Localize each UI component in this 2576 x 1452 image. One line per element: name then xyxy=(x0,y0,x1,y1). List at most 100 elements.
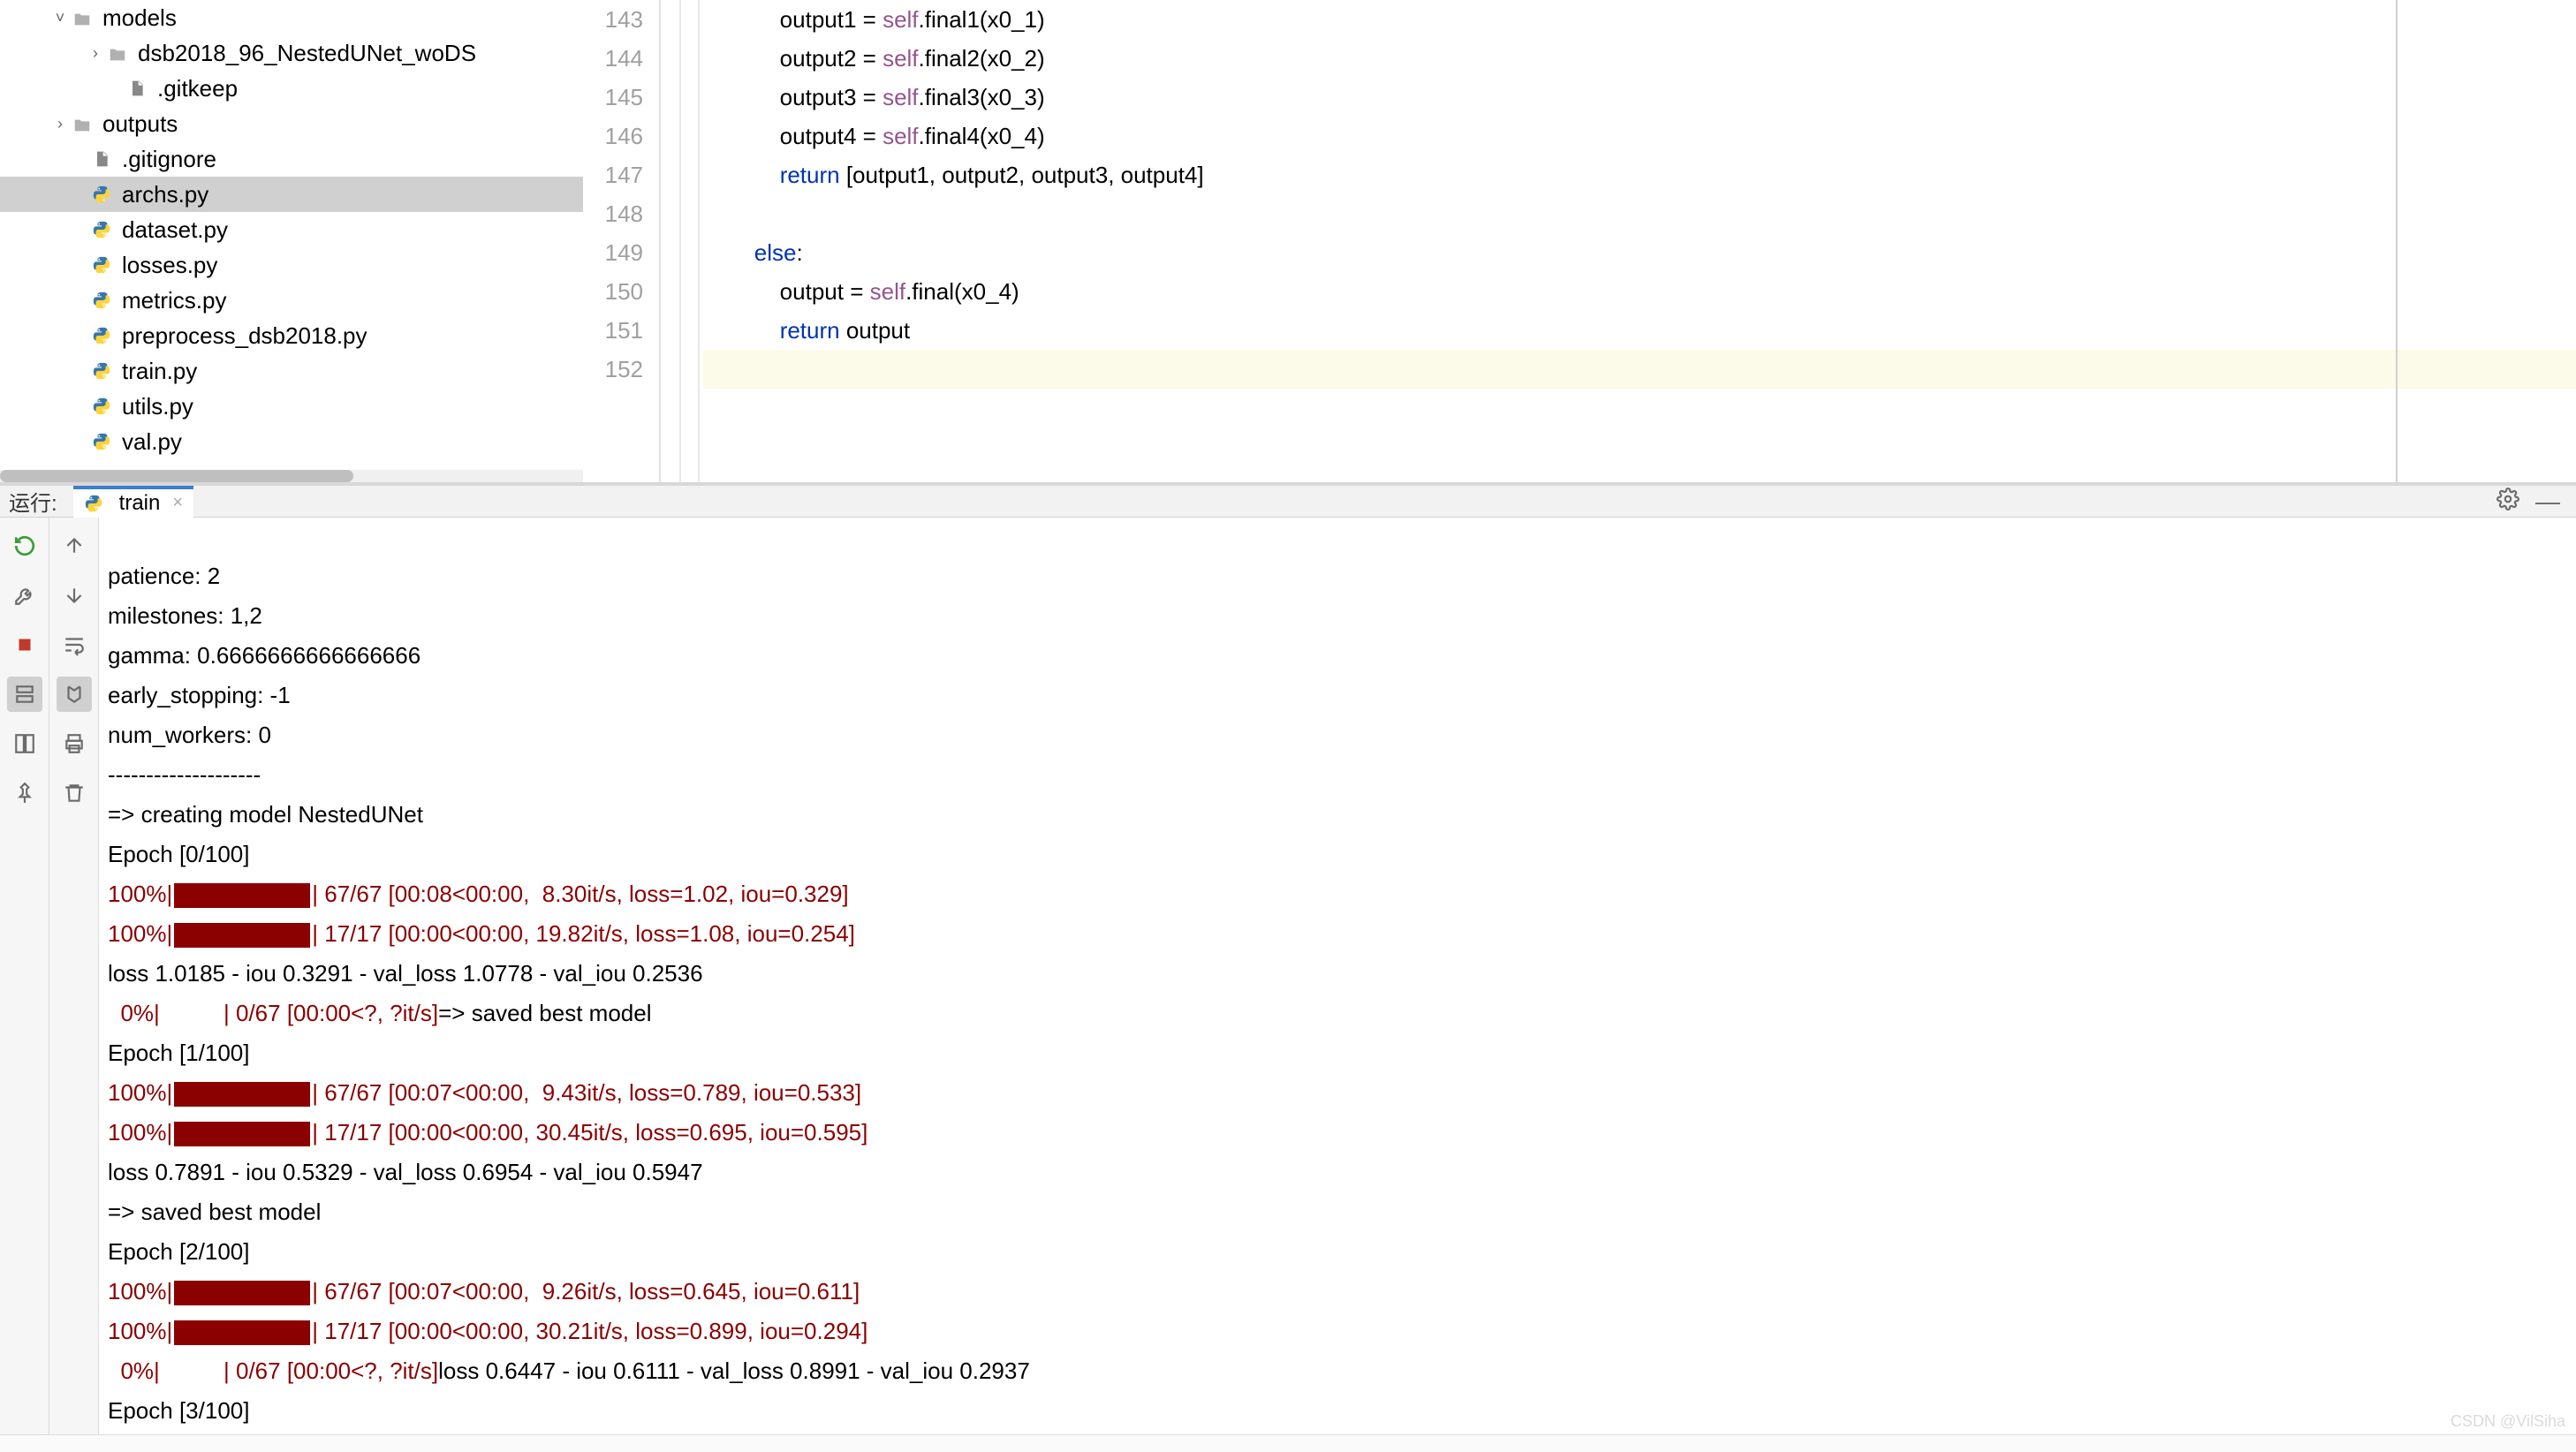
tree-item-label: .gitignore xyxy=(122,146,216,173)
tree-item-label: dsb2018_96_NestedUNet_woDS xyxy=(138,40,476,67)
tree-item-label: .gitkeep xyxy=(157,75,238,102)
print-button[interactable] xyxy=(57,726,92,761)
progress-bar-icon xyxy=(174,1320,310,1345)
console-line: gamma: 0.6666666666666666 xyxy=(108,642,420,669)
console-line: 0%| | 0/67 [00:00<?, ?it/s]loss 0.6447 -… xyxy=(108,1357,1030,1384)
tree-file[interactable]: preprocess_dsb2018.py xyxy=(0,318,583,353)
run-tab-label: train xyxy=(119,491,161,516)
folder-icon xyxy=(106,43,129,63)
console-line: => saved best model xyxy=(108,1199,321,1225)
console-line: milestones: 1,2 xyxy=(108,602,262,629)
progress-line: 100%|| 17/17 [00:00<00:00, 19.82it/s, lo… xyxy=(108,920,855,947)
status-bar xyxy=(0,1434,2576,1452)
tree-item-label: preprocess_dsb2018.py xyxy=(122,322,367,350)
minimize-icon[interactable]: — xyxy=(2535,488,2560,516)
python-icon xyxy=(90,395,113,418)
tree-item-label: train.py xyxy=(122,358,197,385)
console-line: 0%| | 0/67 [00:00<?, ?it/s]=> saved best… xyxy=(108,1000,652,1026)
tree-item-label: models xyxy=(102,4,177,32)
progress-bar-icon xyxy=(174,923,310,948)
console-line: -------------------- xyxy=(108,761,261,788)
tree-file[interactable]: metrics.py xyxy=(0,283,583,318)
tree-item-label: dataset.py xyxy=(122,216,228,244)
python-icon xyxy=(90,430,113,453)
tree-file[interactable]: dataset.py xyxy=(0,212,583,247)
console-line: Epoch [1/100] xyxy=(108,1040,249,1066)
file-icon xyxy=(90,147,113,170)
layout-button[interactable] xyxy=(7,726,42,761)
python-icon xyxy=(90,359,113,382)
python-icon xyxy=(90,324,113,347)
console-line: patience: 2 xyxy=(108,563,220,589)
progress-line: 100%|| 17/17 [00:00<00:00, 30.45it/s, lo… xyxy=(108,1119,868,1146)
tree-folder[interactable]: › dsb2018_96_NestedUNet_woDS xyxy=(0,35,583,71)
tree-folder[interactable]: ˅ models xyxy=(0,0,583,35)
tree-file[interactable]: .gitkeep xyxy=(0,71,583,106)
tree-file[interactable]: losses.py xyxy=(0,247,583,283)
console-line: Epoch [2/100] xyxy=(108,1238,249,1265)
code-editor[interactable]: 143144145146147148149150151152 output1 =… xyxy=(583,0,2576,482)
scroll-to-end-button-2[interactable] xyxy=(57,677,92,712)
progress-line: 100%|| 67/67 [00:08<00:00, 8.30it/s, los… xyxy=(108,881,849,907)
tree-file[interactable]: .gitignore xyxy=(0,141,583,177)
chevron-icon[interactable]: › xyxy=(85,44,106,63)
chevron-icon[interactable]: › xyxy=(49,115,71,133)
run-tab-train[interactable]: train × xyxy=(73,486,193,518)
fold-column[interactable] xyxy=(661,0,700,482)
tree-item-label: utils.py xyxy=(122,393,193,420)
progress-line: 100%|| 67/67 [00:07<00:00, 9.26it/s, los… xyxy=(108,1278,860,1305)
tree-file[interactable]: train.py xyxy=(0,353,583,389)
file-icon xyxy=(125,77,148,100)
progress-bar-icon xyxy=(174,1281,310,1305)
code-area[interactable]: output1 = self.final1(x0_1) output2 = se… xyxy=(700,0,2576,482)
progress-bar-icon xyxy=(174,883,310,908)
tree-item-label: outputs xyxy=(102,110,178,138)
console-line: Epoch [0/100] xyxy=(108,841,249,867)
console-line: Epoch [3/100] xyxy=(108,1397,249,1424)
python-icon xyxy=(90,183,113,206)
scroll-to-end-button[interactable] xyxy=(7,677,42,712)
line-number-gutter: 143144145146147148149150151152 xyxy=(583,0,661,482)
up-button[interactable] xyxy=(57,528,92,563)
run-left-toolbar xyxy=(0,518,49,1434)
tree-item-label: losses.py xyxy=(122,252,217,279)
watermark: CSDN @VilSiha xyxy=(2451,1412,2565,1431)
progress-bar-icon xyxy=(174,1122,310,1146)
console-line: num_workers: 0 xyxy=(108,722,271,748)
progress-line: 100%|| 17/17 [00:00<00:00, 30.21it/s, lo… xyxy=(108,1318,868,1344)
tree-item-label: val.py xyxy=(122,428,182,456)
tree-file[interactable]: val.py xyxy=(0,424,583,459)
python-icon xyxy=(90,218,113,241)
tree-item-label: metrics.py xyxy=(122,287,226,314)
progress-bar-icon xyxy=(174,1082,310,1107)
console-output[interactable]: patience: 2 milestones: 1,2 gamma: 0.666… xyxy=(99,518,2576,1434)
console-line: loss 1.0185 - iou 0.3291 - val_loss 1.07… xyxy=(108,960,703,987)
python-icon xyxy=(90,289,113,312)
python-icon xyxy=(90,253,113,276)
tree-file[interactable]: utils.py xyxy=(0,389,583,424)
close-icon[interactable]: × xyxy=(172,493,183,513)
tree-file[interactable]: archs.py xyxy=(0,177,583,212)
console-line: loss 0.7891 - iou 0.5329 - val_loss 0.69… xyxy=(108,1159,703,1185)
edit-config-button[interactable] xyxy=(7,578,42,613)
gear-icon[interactable] xyxy=(2496,488,2519,515)
folder-icon xyxy=(71,114,94,133)
stop-button[interactable] xyxy=(7,627,42,662)
python-icon xyxy=(84,494,103,513)
soft-wrap-button[interactable] xyxy=(57,627,92,662)
trash-button[interactable] xyxy=(57,775,92,811)
chevron-icon[interactable]: ˅ xyxy=(49,9,71,27)
run-label: 运行: xyxy=(0,486,73,517)
console-line: => creating model NestedUNet xyxy=(108,801,423,828)
folder-icon xyxy=(71,8,94,27)
down-button[interactable] xyxy=(57,578,92,613)
console-line: early_stopping: -1 xyxy=(108,682,291,708)
tree-item-label: archs.py xyxy=(122,181,208,208)
project-tree[interactable]: ˅ models › dsb2018_96_NestedUNet_woDS .gitke… xyxy=(0,0,583,482)
tree-h-scrollbar[interactable] xyxy=(0,470,583,482)
tree-folder[interactable]: › outputs xyxy=(0,106,583,141)
progress-line: 100%|| 67/67 [00:07<00:00, 9.43it/s, los… xyxy=(108,1079,861,1106)
run-tool-window-header: 运行: train × — xyxy=(0,486,2576,518)
pin-button[interactable] xyxy=(7,775,42,811)
rerun-button[interactable] xyxy=(7,528,42,563)
